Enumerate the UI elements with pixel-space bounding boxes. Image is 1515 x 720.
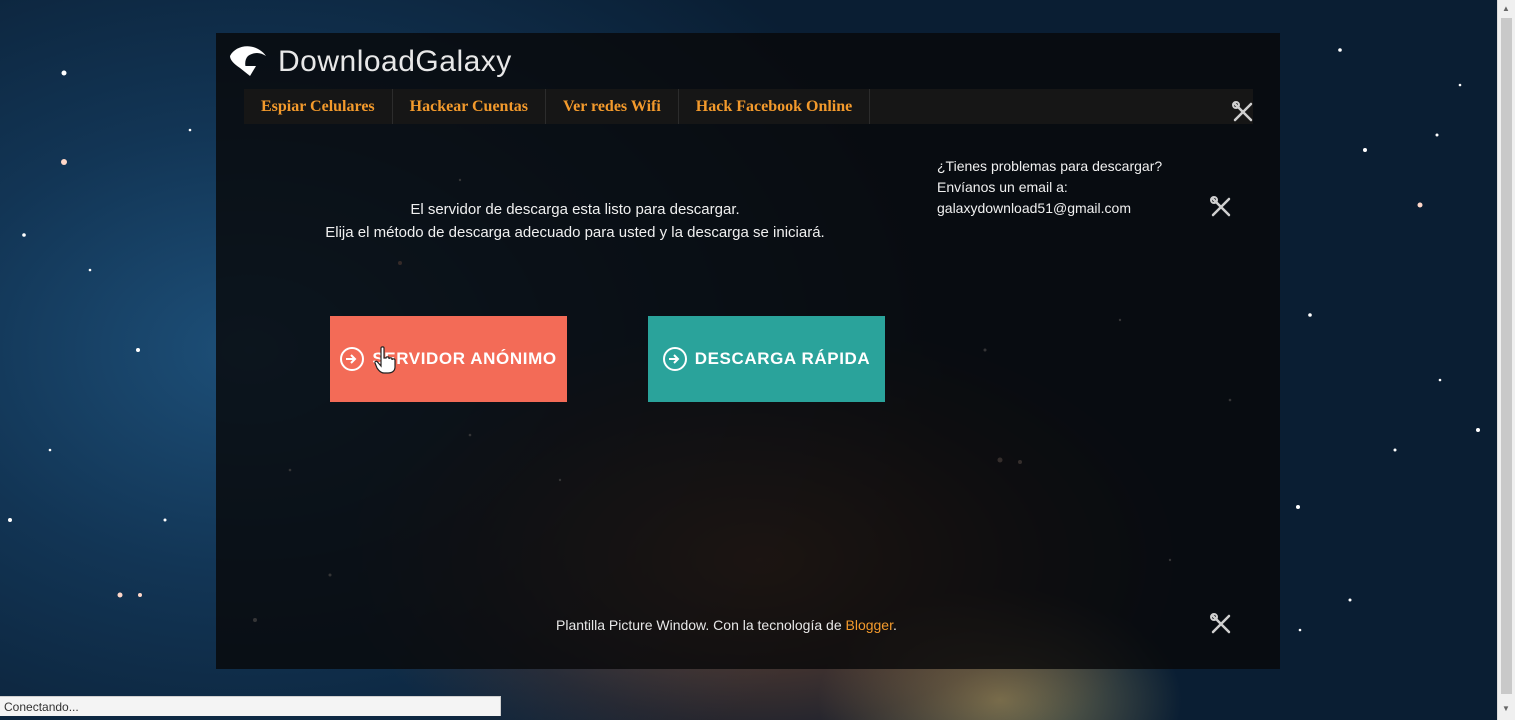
scroll-down-icon[interactable]: ▼: [1502, 704, 1510, 713]
edit-widget-icon[interactable]: [1232, 101, 1254, 123]
nav-item-hack-facebook-online[interactable]: Hack Facebook Online: [679, 89, 871, 124]
status-text: Conectando...: [4, 699, 79, 714]
footer-text: Plantilla Picture Window. Con la tecnolo…: [556, 617, 846, 633]
download-instructions-line: Elija el método de descarga adecuado par…: [325, 224, 825, 241]
nav-item-hackear-cuentas[interactable]: Hackear Cuentas: [393, 89, 547, 124]
edit-widget-icon[interactable]: [1210, 196, 1232, 218]
nav-item-ver-redes-wifi[interactable]: Ver redes Wifi: [546, 89, 679, 124]
blogger-link[interactable]: Blogger: [846, 617, 893, 633]
nav-item-espiar-celulares[interactable]: Espiar Celulares: [244, 89, 393, 124]
support-question: ¿Tienes problemas para descargar?: [937, 158, 1163, 174]
site-name: DownloadGalaxy: [278, 45, 512, 78]
anonymous-server-label: SERVIDOR ANÓNIMO: [372, 349, 557, 368]
edit-widget-icon[interactable]: [1210, 613, 1232, 635]
vertical-scrollbar[interactable]: ▲ ▼: [1497, 0, 1515, 720]
top-navigation: Espiar Celulares Hackear Cuentas Ver red…: [244, 89, 1253, 124]
download-arrow-icon: [340, 347, 365, 371]
site-logo[interactable]: DownloadGalaxy: [226, 42, 512, 82]
support-widget: ¿Tienes problemas para descargar? Envían…: [937, 156, 1162, 219]
download-ready-line: El servidor de descarga esta listo para …: [410, 201, 740, 218]
scroll-thumb[interactable]: [1501, 18, 1512, 694]
download-ready-message: El servidor de descarga esta listo para …: [280, 198, 870, 244]
anonymous-server-button[interactable]: SERVIDOR ANÓNIMO: [330, 316, 567, 402]
hand-cursor-icon: [374, 346, 396, 374]
browser-status-bar: Conectando...: [0, 696, 501, 716]
support-email: galaxydownload51@gmail.com: [937, 200, 1131, 216]
galaxy-logo-icon: [230, 46, 266, 76]
fast-download-button[interactable]: DESCARGA RÁPIDA: [648, 316, 885, 402]
support-instruction: Envíanos un email a:: [937, 179, 1068, 195]
download-arrow-icon: [662, 347, 687, 371]
scroll-up-icon[interactable]: ▲: [1502, 4, 1510, 13]
footer-suffix: .: [892, 617, 897, 633]
fast-download-label: DESCARGA RÁPIDA: [694, 349, 871, 368]
footer-attribution: Plantilla Picture Window. Con la tecnolo…: [556, 617, 897, 633]
